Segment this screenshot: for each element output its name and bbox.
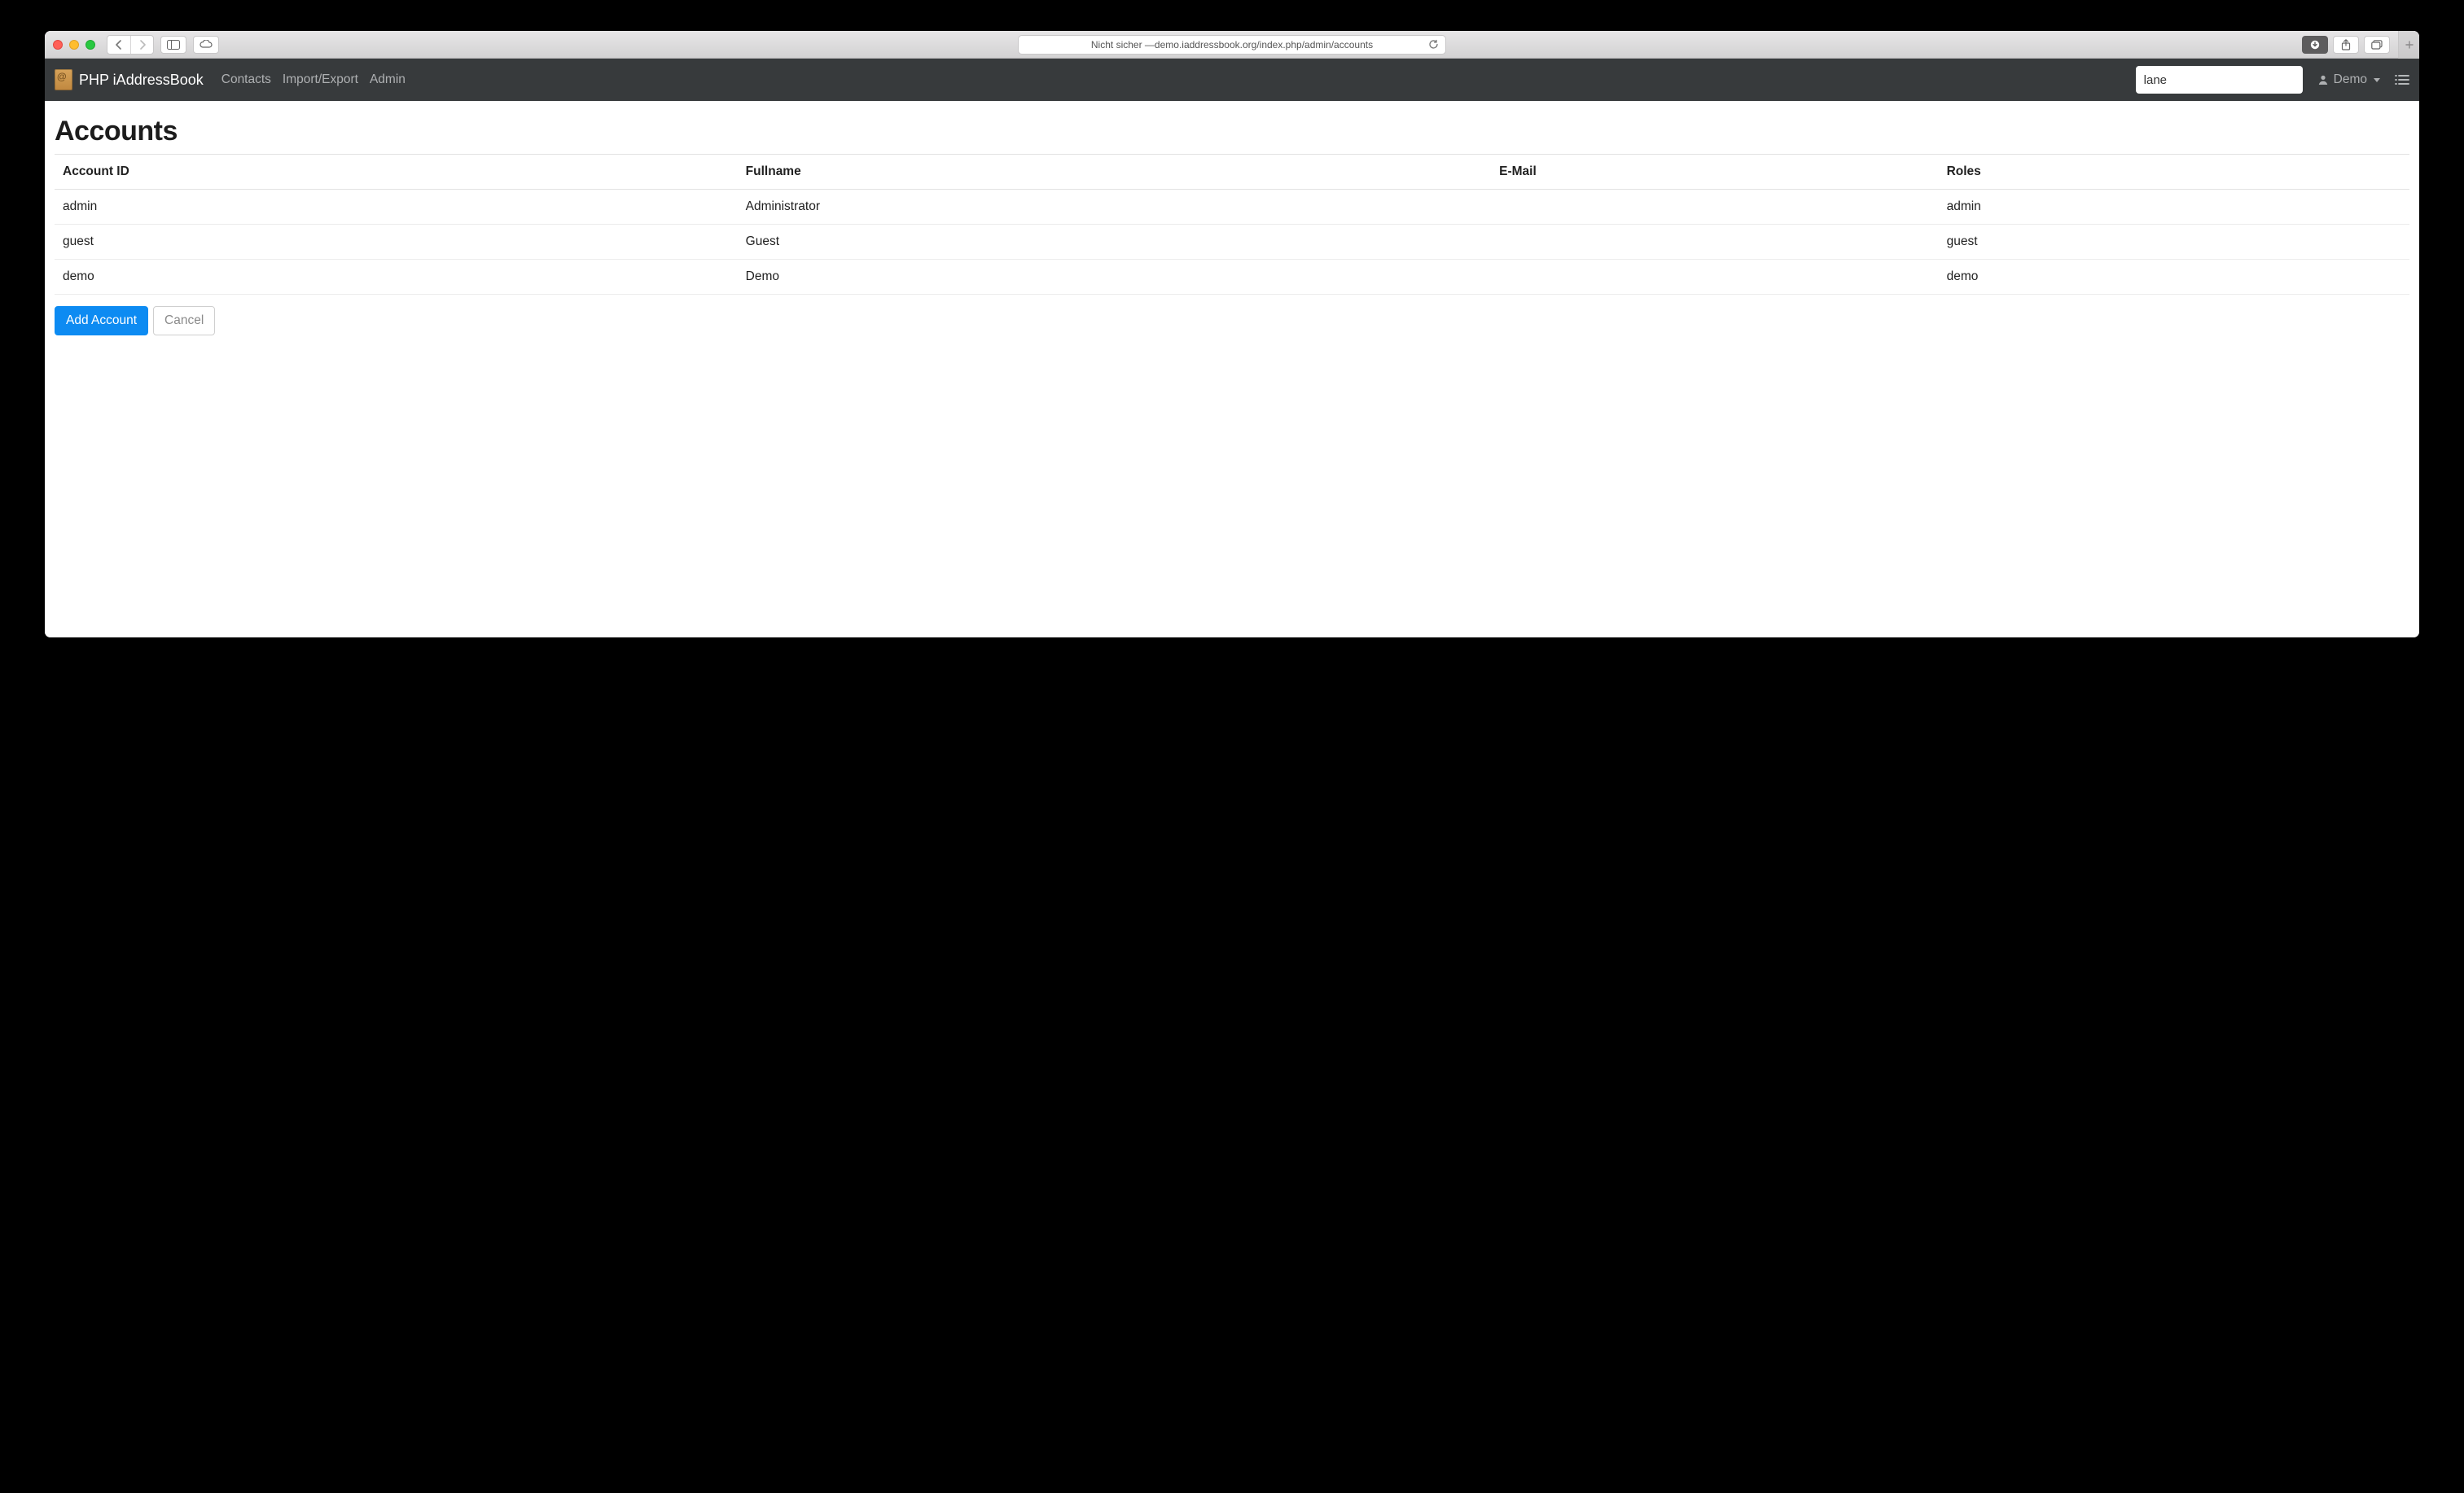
add-account-button[interactable]: Add Account bbox=[55, 306, 148, 335]
th-account-id: Account ID bbox=[55, 155, 738, 190]
cell-account-id: guest bbox=[55, 225, 738, 260]
accounts-table: Account ID Fullname E-Mail Roles admin A… bbox=[55, 154, 2409, 295]
table-header-row: Account ID Fullname E-Mail Roles bbox=[55, 155, 2409, 190]
tabs-button[interactable] bbox=[2364, 36, 2390, 54]
window-minimize-button[interactable] bbox=[69, 40, 79, 50]
search-input[interactable] bbox=[2136, 66, 2303, 94]
chevron-down-icon bbox=[2374, 78, 2380, 82]
traffic-lights bbox=[53, 40, 95, 50]
address-bar[interactable]: Nicht sicher — demo.iaddressbook.org/ind… bbox=[1018, 35, 1446, 55]
user-menu[interactable]: Demo bbox=[2317, 72, 2380, 87]
browser-chrome: Nicht sicher — demo.iaddressbook.org/ind… bbox=[45, 31, 2419, 59]
th-roles: Roles bbox=[1939, 155, 2409, 190]
address-bar-url: demo.iaddressbook.org/index.php/admin/ac… bbox=[1155, 39, 1373, 50]
cell-roles: admin bbox=[1939, 190, 2409, 225]
nav-import-export[interactable]: Import/Export bbox=[283, 72, 358, 87]
window-maximize-button[interactable] bbox=[85, 40, 95, 50]
new-tab-button[interactable] bbox=[2398, 31, 2419, 59]
address-bar-wrap: Nicht sicher — demo.iaddressbook.org/ind… bbox=[1018, 35, 1446, 55]
table-row[interactable]: demo Demo demo bbox=[55, 260, 2409, 295]
chrome-right bbox=[2302, 31, 2411, 59]
brand-title: PHP iAddressBook bbox=[79, 72, 204, 89]
cell-email bbox=[1491, 190, 1938, 225]
share-button[interactable] bbox=[2333, 36, 2359, 54]
forward-button[interactable] bbox=[130, 36, 153, 54]
brand[interactable]: PHP iAddressBook bbox=[55, 69, 204, 90]
cell-fullname: Demo bbox=[738, 260, 1491, 295]
browser-window: Nicht sicher — demo.iaddressbook.org/ind… bbox=[45, 31, 2419, 637]
cell-roles: demo bbox=[1939, 260, 2409, 295]
table-row[interactable]: guest Guest guest bbox=[55, 225, 2409, 260]
nav-admin[interactable]: Admin bbox=[370, 72, 406, 87]
brand-icon bbox=[55, 69, 72, 90]
cell-email bbox=[1491, 225, 1938, 260]
back-button[interactable] bbox=[107, 36, 130, 54]
list-view-icon[interactable] bbox=[2395, 74, 2409, 85]
cell-roles: guest bbox=[1939, 225, 2409, 260]
button-row: Add Account Cancel bbox=[55, 306, 2409, 335]
th-fullname: Fullname bbox=[738, 155, 1491, 190]
icloud-tabs-button[interactable] bbox=[193, 36, 219, 54]
page-content: Accounts Account ID Fullname E-Mail Role… bbox=[45, 101, 2419, 637]
app-navbar: PHP iAddressBook Contacts Import/Export … bbox=[45, 59, 2419, 101]
address-bar-prefix: Nicht sicher — bbox=[1091, 39, 1155, 50]
nav-contacts[interactable]: Contacts bbox=[221, 72, 271, 87]
nav-back-forward bbox=[107, 35, 154, 55]
downloads-button[interactable] bbox=[2302, 36, 2328, 54]
cancel-button[interactable]: Cancel bbox=[153, 306, 215, 335]
cell-fullname: Administrator bbox=[738, 190, 1491, 225]
cell-email bbox=[1491, 260, 1938, 295]
window-close-button[interactable] bbox=[53, 40, 63, 50]
th-email: E-Mail bbox=[1491, 155, 1938, 190]
nav-right: Demo bbox=[2136, 66, 2409, 94]
cell-account-id: admin bbox=[55, 190, 738, 225]
sidebar-toggle-button[interactable] bbox=[160, 36, 186, 54]
table-row[interactable]: admin Administrator admin bbox=[55, 190, 2409, 225]
user-icon bbox=[2317, 74, 2329, 85]
cell-fullname: Guest bbox=[738, 225, 1491, 260]
cell-account-id: demo bbox=[55, 260, 738, 295]
user-name: Demo bbox=[2334, 72, 2367, 87]
reload-icon[interactable] bbox=[1428, 39, 1439, 50]
page-title: Accounts bbox=[55, 116, 2409, 147]
